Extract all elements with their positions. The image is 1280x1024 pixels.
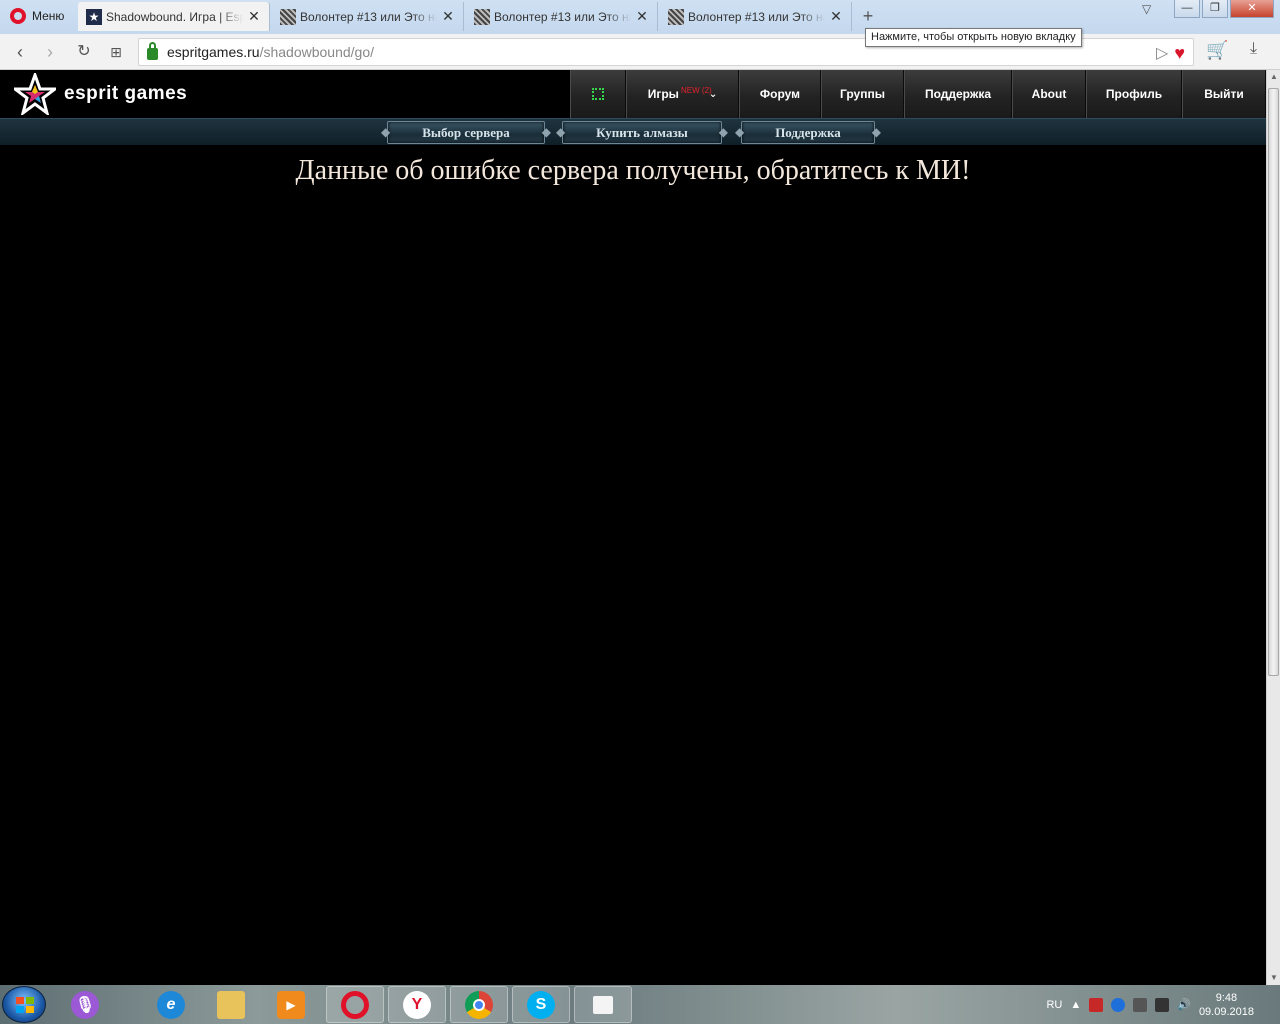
taskbar-opera[interactable]	[326, 986, 384, 1023]
fullscreen-button[interactable]	[570, 70, 626, 118]
tab-volunteer-3[interactable]: Волонтер #13 или Это на ✕	[660, 2, 852, 31]
site-header: esprit games Игры NEW (2) ⌄ Форум Группы…	[0, 70, 1266, 118]
shopping-cart-icon[interactable]: 🛒	[1206, 40, 1228, 61]
forward-arrow-icon[interactable]: ›	[38, 40, 62, 64]
clock-date: 09.09.2018	[1198, 1005, 1254, 1018]
heart-icon[interactable]: ♥	[1174, 43, 1185, 64]
tab-title: Волонтер #13 или Это на	[300, 9, 437, 24]
opera-menu-button[interactable]: Меню	[0, 2, 76, 30]
game-subnav: Выбор сервера Купить алмазы Поддержка	[0, 118, 1266, 145]
input-language[interactable]: RU	[1046, 999, 1062, 1011]
new-tab-tooltip: Нажмите, чтобы открыть новую вкладку	[865, 28, 1082, 47]
new-badge: NEW (2)	[681, 86, 712, 95]
reload-icon[interactable]: ↻	[72, 40, 96, 64]
subnav-support-button[interactable]: Поддержка	[735, 121, 881, 144]
volume-icon[interactable]: 🔊	[1177, 998, 1191, 1011]
new-tab-plus-icon[interactable]: +	[858, 6, 878, 26]
internet-explorer-icon: e	[157, 990, 185, 1019]
opera-icon	[341, 990, 369, 1019]
tab-close-icon[interactable]: ✕	[635, 8, 649, 25]
star-logo-icon	[14, 73, 56, 115]
nav-profile[interactable]: Профиль	[1086, 70, 1182, 118]
nav-groups[interactable]: Группы	[821, 70, 904, 118]
tab-close-icon[interactable]: ✕	[829, 8, 843, 25]
nav-support[interactable]: Поддержка	[904, 70, 1012, 118]
skype-icon: S	[527, 990, 555, 1019]
chrome-icon	[465, 990, 493, 1019]
menu-label: Меню	[32, 9, 65, 23]
system-tray: RU ▲ 🔊 9:48 09.09.2018	[1046, 985, 1280, 1024]
back-arrow-icon[interactable]: ‹	[8, 40, 32, 64]
window-close-icon[interactable]: ✕	[1230, 0, 1274, 18]
nav-games[interactable]: Игры NEW (2) ⌄	[626, 70, 739, 118]
image-favicon-icon	[280, 8, 296, 25]
taskbar-window[interactable]	[574, 986, 632, 1023]
scroll-down-icon[interactable]: ▼	[1267, 971, 1280, 985]
fullscreen-icon	[592, 88, 604, 100]
send-arrow-icon[interactable]: ▷	[1156, 43, 1168, 64]
tab-title: Волонтер #13 или Это на	[494, 9, 631, 24]
microphone-icon: 🎙	[71, 990, 99, 1019]
logo-text: esprit games	[64, 83, 188, 104]
windows-logo-icon	[16, 997, 34, 1013]
action-center-icon[interactable]	[1155, 997, 1170, 1012]
minimize-icon[interactable]: —	[1174, 0, 1200, 18]
restore-icon[interactable]: ❐	[1202, 0, 1228, 18]
window-controls: — ❐ ✕	[1174, 0, 1274, 18]
windows-taskbar: 🎙 e ▶ Y S RU ▲ 🔊 9:48 09.09.2018	[0, 985, 1280, 1024]
nav-about[interactable]: About	[1012, 70, 1086, 118]
nav-forum[interactable]: Форум	[739, 70, 821, 118]
scroll-thumb[interactable]	[1268, 88, 1279, 676]
antivirus-icon[interactable]	[1089, 997, 1104, 1012]
esprit-games-logo[interactable]: esprit games	[14, 73, 188, 115]
taskbar-internet-explorer[interactable]: e	[142, 986, 200, 1023]
teamviewer-icon[interactable]	[1111, 997, 1126, 1012]
taskbar-yandex-browser[interactable]: Y	[388, 986, 446, 1023]
image-favicon-icon	[668, 8, 684, 25]
buy-diamonds-button[interactable]: Купить алмазы	[556, 121, 728, 144]
screen: Меню ★ Shadowbound. Игра | Esprit Games …	[0, 0, 1280, 1024]
network-disabled-icon[interactable]	[1133, 997, 1148, 1012]
esprit-star-favicon-icon: ★	[86, 8, 102, 25]
game-content-area: Данные об ошибке сервера получены, обрат…	[0, 145, 1266, 985]
url-host: espritgames.ru	[167, 44, 260, 60]
taskbar-media-player[interactable]: ▶	[262, 986, 320, 1023]
window-icon	[593, 995, 613, 1014]
nav-logout[interactable]: Выйти	[1182, 70, 1266, 118]
play-icon: ▶	[277, 990, 305, 1019]
scroll-up-icon[interactable]: ▲	[1267, 70, 1280, 84]
nav-games-label: Игры	[647, 87, 679, 101]
tab-close-icon[interactable]: ✕	[441, 8, 455, 25]
system-clock[interactable]: 9:48 09.09.2018	[1199, 991, 1254, 1019]
opera-logo-icon	[10, 8, 26, 24]
clock-time: 9:48	[1215, 991, 1238, 1004]
browser-tab-strip: Меню ★ Shadowbound. Игра | Esprit Games …	[0, 0, 1280, 34]
folder-icon	[217, 990, 245, 1019]
taskbar-voice-assistant[interactable]: 🎙	[56, 986, 114, 1023]
speed-dial-grid-icon[interactable]: ⊞	[104, 40, 128, 64]
server-error-message: Данные об ошибке сервера получены, обрат…	[295, 155, 971, 186]
taskbar-chrome[interactable]	[450, 986, 508, 1023]
secure-lock-icon	[147, 41, 158, 60]
yandex-icon: Y	[403, 990, 431, 1019]
image-favicon-icon	[474, 8, 490, 25]
tab-title: Волонтер #13 или Это на	[688, 9, 825, 24]
server-select-button[interactable]: Выбор сервера	[381, 121, 551, 144]
taskbar-file-explorer[interactable]	[202, 986, 260, 1023]
tab-close-icon[interactable]: ✕	[247, 8, 261, 25]
main-navigation: Игры NEW (2) ⌄ Форум Группы Поддержка Ab…	[570, 70, 1266, 118]
tab-title: Shadowbound. Игра | Esprit Games	[106, 9, 243, 24]
tab-volunteer-1[interactable]: Волонтер #13 или Это на ✕	[272, 2, 464, 31]
taskbar-skype[interactable]: S	[512, 986, 570, 1023]
start-button[interactable]	[2, 986, 46, 1023]
address-bar-actions: ▷ ♥	[1156, 43, 1185, 64]
tab-menu-icon[interactable]: ▽	[1142, 2, 1162, 16]
tab-volunteer-2[interactable]: Волонтер #13 или Это на ✕	[466, 2, 658, 31]
page-scrollbar[interactable]: ▲ ▼	[1266, 70, 1280, 985]
browser-toolbar: ‹ › ↻ ⊞ espritgames.ru/shadowbound/go/ ▷…	[0, 34, 1280, 70]
tab-shadowbound[interactable]: ★ Shadowbound. Игра | Esprit Games ✕	[78, 2, 270, 31]
show-hidden-icons-icon[interactable]: ▲	[1070, 999, 1081, 1011]
download-icon[interactable]: ⤓	[1250, 40, 1257, 58]
url-path: /shadowbound/go/	[259, 44, 375, 60]
